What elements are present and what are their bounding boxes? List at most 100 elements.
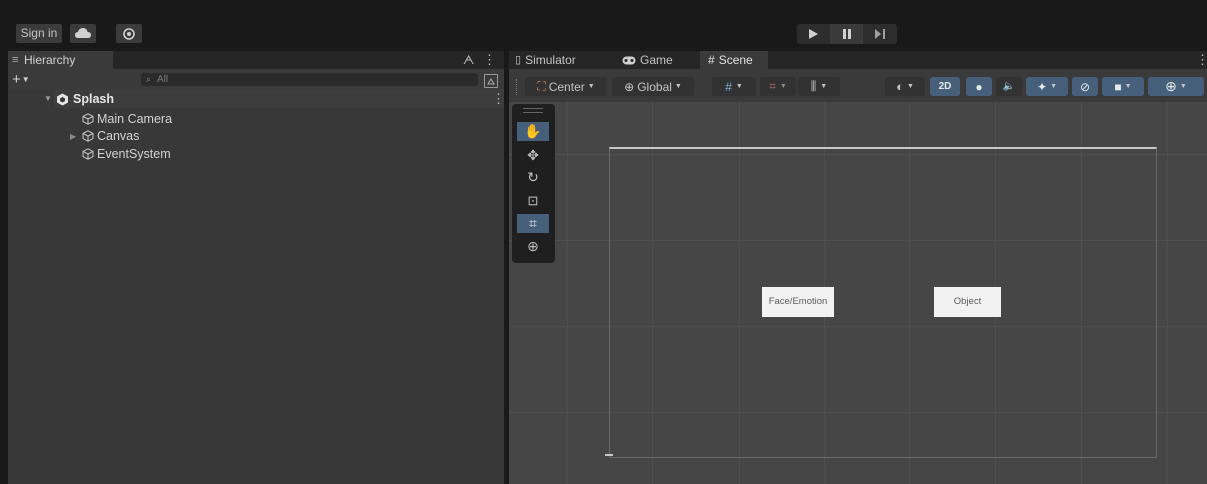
pivot-rotation-label: Global (637, 79, 672, 94)
overlay-grip (523, 108, 543, 113)
draw-mode-dropdown[interactable]: ◐ ▼ (885, 77, 925, 96)
pivot-rotation-dropdown[interactable]: ⊕ Global ▼ (612, 77, 694, 96)
effects-dropdown[interactable]: ✦ ▼ (1026, 77, 1068, 96)
services-button[interactable] (116, 24, 142, 43)
play-button[interactable] (797, 24, 830, 44)
increment-snap-dropdown[interactable]: ⌗ ▼ (760, 77, 796, 96)
step-icon (874, 29, 885, 39)
toggle-2d-label: 2D (938, 81, 952, 92)
hidden-objects-toggle[interactable]: ⊘ (1072, 77, 1098, 96)
camera-icon: ■ (1114, 79, 1122, 94)
hierarchy-tree: ▼ Splash ⋮ Main Camera ▶ Canvas EventSys… (8, 90, 505, 484)
search-placeholder: All (157, 74, 169, 85)
lightbulb-icon: ● (975, 79, 983, 94)
tab-simulator[interactable]: ▯ Simulator (515, 51, 576, 69)
hash-icon: # (708, 53, 715, 67)
tree-item-label: Canvas (97, 129, 140, 143)
rect-tool[interactable]: ⌗ (517, 214, 549, 233)
move-icon: ✥ (527, 147, 539, 163)
create-button[interactable]: +▼ (12, 69, 30, 90)
scene-panel-menu-button[interactable]: ⋮ (1196, 51, 1207, 69)
align-icon: ⫼ (810, 79, 817, 93)
sign-in-button[interactable]: Sign in (16, 24, 62, 43)
effects-icon: ✦ (1037, 79, 1048, 94)
gameobject-icon (82, 148, 94, 160)
play-icon (809, 29, 818, 39)
tools-overlay: ✋ ✥ ↻ ⊡ ⌗ ⊕ (512, 104, 555, 263)
audio-icon: 🔈 (1002, 81, 1016, 92)
chevron-down-icon: ▼ (735, 83, 743, 90)
tree-item-label: Splash (73, 92, 114, 106)
toolbar-grip (516, 79, 519, 95)
camera-dropdown[interactable]: ■ ▼ (1102, 77, 1144, 96)
tree-item-label: EventSystem (97, 147, 171, 161)
pivot-mode-label: Center (548, 79, 585, 94)
rotate-tool[interactable]: ↻ (517, 168, 549, 187)
hand-tool[interactable]: ✋ (517, 122, 549, 141)
transform-icon: ⊕ (527, 238, 539, 254)
tree-item-label: Main Camera (97, 112, 173, 126)
search-icon: ⌕ (146, 74, 152, 84)
gizmos-icon: ⊕ (1165, 78, 1177, 94)
lock-icon: ᗅ (463, 53, 475, 67)
gizmos-dropdown[interactable]: ⊕ ▼ (1148, 77, 1204, 96)
expanded-arrow-icon: ▼ (44, 94, 52, 103)
object-button[interactable]: Object (934, 287, 1001, 317)
settings-icon (123, 27, 135, 40)
main-toolbar (0, 0, 1207, 46)
audio-toggle[interactable]: 🔈 (996, 77, 1022, 96)
pivot-mode-dropdown[interactable]: ⛶ Center ▼ (525, 77, 607, 96)
tree-item-eventsystem[interactable]: EventSystem (82, 145, 171, 163)
snap-grid-icon: ⌗ (769, 79, 776, 93)
chevron-down-icon: ▼ (587, 83, 595, 90)
gamepad-icon (622, 56, 636, 64)
tab-scene[interactable]: # Scene (700, 51, 768, 69)
lock-button[interactable]: ᗅ (463, 51, 479, 69)
scene-viewport[interactable]: Face/Emotion Object (509, 102, 1207, 484)
chevron-down-icon: ▼ (820, 83, 828, 90)
tab-game[interactable]: Game (622, 51, 673, 69)
scene-options-button[interactable]: ⋮ (492, 90, 505, 108)
shading-mode-icon: ◐ (896, 79, 904, 94)
cloud-button[interactable] (70, 24, 96, 43)
step-button[interactable] (863, 24, 896, 44)
grid-icon: # (725, 79, 732, 94)
tab-scene-label: Scene (718, 53, 753, 67)
chevron-down-icon: ▼ (779, 83, 787, 90)
chevron-down-icon: ▼ (21, 75, 30, 84)
tree-item-splash[interactable]: ▼ Splash (44, 90, 114, 108)
canvas-corner-marker (605, 454, 613, 456)
face-emotion-button[interactable]: Face/Emotion (762, 287, 834, 317)
playmode-controls (797, 24, 897, 44)
tab-game-label: Game (640, 53, 673, 67)
scale-tool[interactable]: ⊡ (517, 191, 549, 210)
tree-item-main-camera[interactable]: Main Camera (82, 110, 172, 128)
tree-item-canvas[interactable]: Canvas (82, 127, 139, 145)
transform-tool[interactable]: ⊕ (517, 237, 549, 256)
grid-snap-dropdown[interactable]: # ▼ (712, 77, 756, 96)
list-icon: ≡ (12, 54, 19, 66)
globe-icon: ⊕ (624, 79, 635, 94)
toggle-2d-button[interactable]: 2D (930, 77, 960, 96)
tab-hierarchy-label: Hierarchy (24, 53, 76, 67)
move-tool[interactable]: ✥ (517, 146, 549, 165)
lighting-toggle[interactable]: ● (966, 77, 992, 96)
scene-search-button[interactable] (484, 74, 498, 88)
kebab-menu-icon: ⋮ (483, 52, 496, 67)
pause-button[interactable] (830, 24, 863, 44)
eye-slash-icon: ⊘ (1079, 79, 1091, 94)
tab-hierarchy[interactable]: ≡ Hierarchy (8, 51, 113, 69)
align-dropdown[interactable]: ⫼ ▼ (798, 77, 840, 96)
scale-icon: ⊡ (527, 192, 539, 208)
tree-row-highlight (54, 90, 504, 108)
hierarchy-menu-button[interactable]: ⋮ (483, 51, 496, 69)
kebab-menu-icon: ⋮ (492, 91, 505, 106)
hierarchy-search-input[interactable]: ⌕ All (141, 73, 478, 86)
pivot-icon: ⛶ (537, 79, 546, 93)
scene-tab-bar (509, 51, 1207, 69)
rotate-icon: ↻ (527, 169, 539, 185)
collapsed-arrow-icon[interactable]: ▶ (70, 128, 76, 146)
plus-icon: + (12, 71, 21, 88)
chevron-down-icon: ▼ (906, 83, 914, 90)
pause-icon (842, 29, 851, 39)
